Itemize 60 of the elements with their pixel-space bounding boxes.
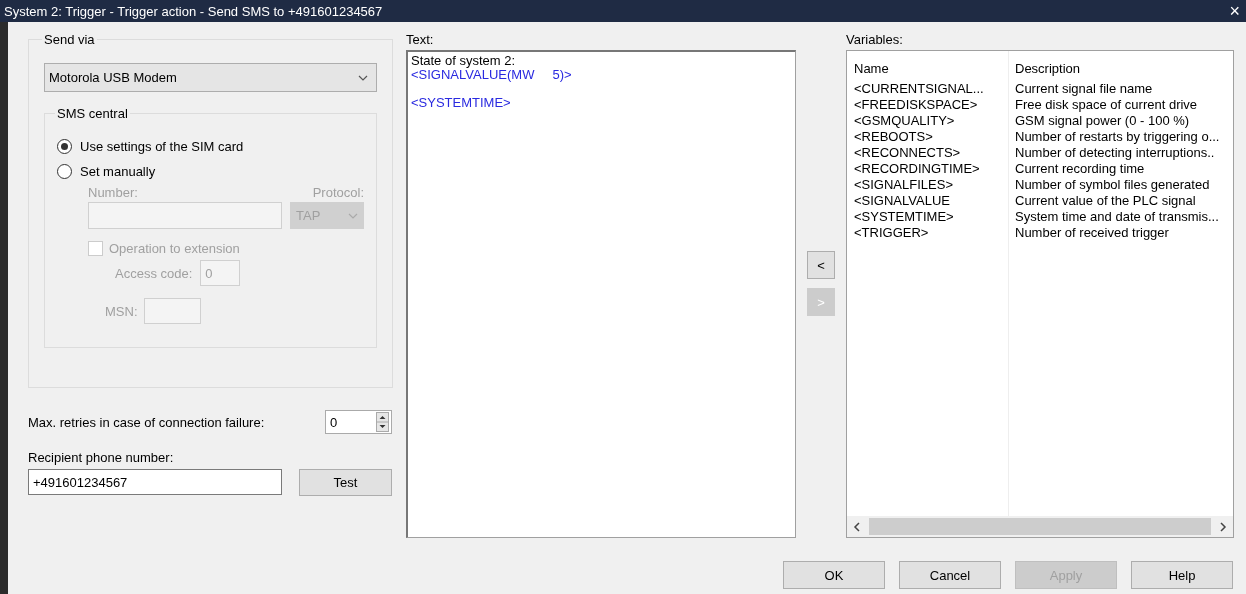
window-title: System 2: Trigger - Trigger action - Send SMS to +491601234567 [4,3,383,19]
chevron-down-icon [348,212,358,219]
variable-name[interactable]: <SIGNALFILES> [847,177,1007,193]
column-header[interactable]: Description [1007,61,1081,81]
group-title: SMS central [56,106,129,121]
test-button[interactable]: Test [299,469,392,496]
msn-label: MSN: [105,303,138,319]
message-line: <SIGNALVALUE(MW 5)> [411,68,573,82]
dialog-button[interactable]: Help [1131,561,1233,589]
variable-description: Current signal file name [1014,81,1153,97]
retries-spinner[interactable]: 0 [325,410,392,434]
variable-description: Number of detecting interruptions.. [1014,145,1215,161]
close-button[interactable]: × [1223,1,1246,21]
variable-name[interactable]: <CURRENTSIGNAL... [847,81,1007,97]
variable-description: System time and date of transmis... [1014,209,1219,225]
message-line: State of system 2: [411,54,517,68]
chevron-down-icon [358,74,368,81]
recipient-label: Recipient phone number: [28,450,175,465]
variable-name[interactable]: <GSMQUALITY> [847,113,1007,129]
variables-label: Variables: [846,32,904,49]
dialog-button[interactable]: OK [783,561,885,589]
variable-description: Number of restarts by triggering o... [1014,129,1220,145]
msn-field[interactable] [143,298,201,324]
column-header[interactable]: Name [847,61,1007,81]
variable-description: Number of symbol files generated [1014,177,1210,193]
variable-description: Current recording time [1014,161,1145,177]
phone-number-field[interactable]: +491601234567 [28,469,282,495]
variable-name[interactable]: <SIGNALVALUE [847,193,1007,209]
number-label: Number: [88,185,139,200]
variable-name[interactable]: <RECORDINGTIME> [847,161,1007,177]
variable-description: GSM signal power (0 - 100 %) [1014,113,1190,129]
variable-name[interactable]: <FREEDISKSPACE> [847,97,1007,113]
checkbox[interactable] [88,241,103,256]
variable-description: Free disk space of current drive [1014,97,1198,113]
checkbox-label: Operation to extension [109,241,240,256]
max-retries-label: Max. retries in case of connection failure: [28,414,265,430]
variable-name[interactable]: <SYSTEMTIME> [847,209,1007,225]
horizontal-scrollbar[interactable] [847,516,1233,537]
radio-label: Set manually [80,164,156,179]
variable-name[interactable]: <TRIGGER> [847,225,1007,241]
variable-description: Current value of the PLC signal [1014,193,1196,209]
dialog-button[interactable]: Cancel [899,561,1001,589]
radio-button[interactable] [57,164,72,179]
protocol-label: Protocol: [312,185,364,200]
move-button[interactable]: < [807,251,835,279]
number-field[interactable] [88,202,282,229]
group-title: Send via [43,32,96,47]
scroll-right-icon[interactable] [1219,521,1227,532]
scroll-left-icon[interactable] [853,521,861,532]
message-text-area[interactable]: State of system 2: <SIGNALVALUE(MW 5)> <SYSTEMTIME> [406,50,796,538]
radio-label: Use settings of the SIM card [80,139,244,154]
message-line: <SYSTEMTIME> [411,94,512,110]
variable-description: Number of received trigger [1014,225,1169,241]
access-code-label: Access code: [115,265,193,281]
spinner-arrows-icon [376,412,389,432]
device-dropdown[interactable]: Motorola USB Modem [44,63,377,92]
text-label: Text: [406,32,435,49]
variable-name[interactable]: <RECONNECTS> [847,145,1007,161]
variable-name[interactable]: <REBOOTS> [847,129,1007,145]
radio-button[interactable] [57,139,72,154]
